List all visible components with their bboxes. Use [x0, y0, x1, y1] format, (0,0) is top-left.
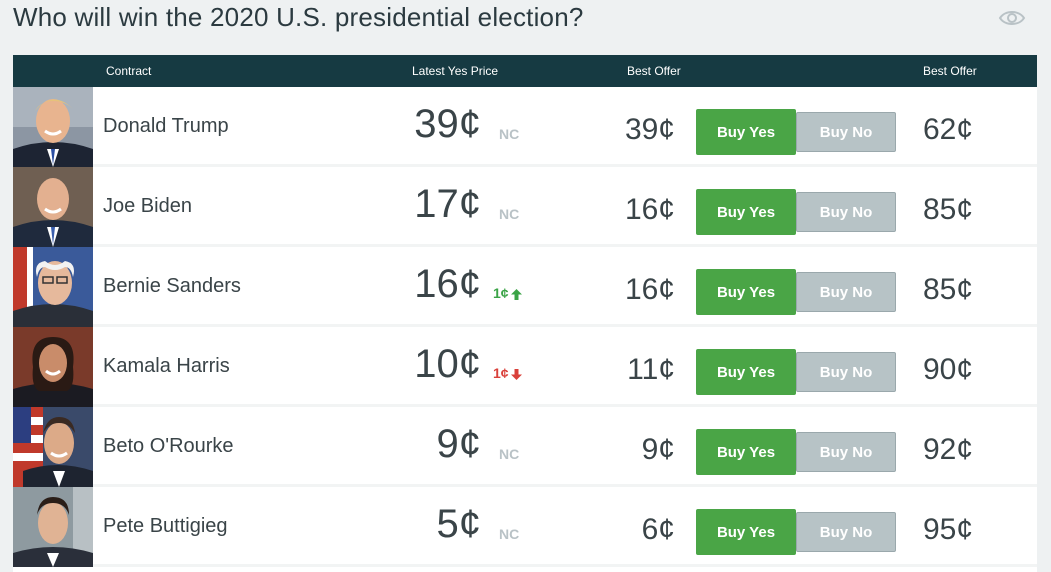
- candidate-avatar: [13, 87, 93, 167]
- buy-no-button[interactable]: Buy No: [796, 352, 896, 392]
- latest-yes-price: 9¢: [436, 422, 482, 466]
- buy-yes-button[interactable]: Buy Yes: [696, 509, 796, 555]
- best-offer-yes: 9¢: [641, 433, 675, 466]
- price-change: NC: [499, 126, 520, 142]
- table-row[interactable]: Beto O'Rourke 9¢ NC 9¢ Buy Yes Buy No 92…: [13, 407, 1037, 487]
- latest-yes-price: 5¢: [436, 502, 482, 546]
- latest-yes-price: 17¢: [414, 182, 481, 226]
- contracts-table: Contract Latest Yes Price Best Offer Bes…: [13, 55, 1037, 572]
- price-change-value: 1¢: [493, 285, 509, 301]
- candidate-name: Joe Biden: [103, 195, 192, 217]
- page-title: Who will win the 2020 U.S. presidential …: [13, 2, 584, 32]
- price-change: 1¢: [493, 365, 522, 381]
- eye-icon[interactable]: [998, 6, 1026, 30]
- table-row[interactable]: Pete Buttigieg 5¢ NC 6¢ Buy Yes Buy No 9…: [13, 487, 1037, 567]
- buy-yes-button[interactable]: Buy Yes: [696, 189, 796, 235]
- candidate-avatar: [13, 407, 93, 487]
- table-row[interactable]: Kamala Harris 10¢ 1¢ 11¢ Buy Yes Buy No …: [13, 327, 1037, 407]
- price-change: 1¢: [493, 285, 522, 301]
- best-offer-yes: 39¢: [624, 113, 675, 146]
- column-best-offer-no: Best Offer: [923, 64, 977, 78]
- buy-yes-button[interactable]: Buy Yes: [696, 109, 796, 155]
- best-offer-no: 85¢: [923, 273, 974, 306]
- candidate-name: Bernie Sanders: [103, 275, 241, 297]
- latest-yes-price: 10¢: [414, 342, 481, 386]
- table-row[interactable]: Joe Biden 17¢ NC 16¢ Buy Yes Buy No 85¢: [13, 167, 1037, 247]
- price-change: NC: [499, 526, 520, 542]
- best-offer-no: 95¢: [923, 513, 974, 546]
- price-change: NC: [499, 446, 520, 462]
- arrow-up-icon: [510, 288, 522, 300]
- buy-no-button[interactable]: Buy No: [796, 192, 896, 232]
- column-latest-yes-price: Latest Yes Price: [412, 64, 499, 78]
- buy-yes-button[interactable]: Buy Yes: [696, 429, 796, 475]
- best-offer-yes: 16¢: [624, 273, 675, 306]
- buy-no-button[interactable]: Buy No: [796, 432, 896, 472]
- candidate-avatar: [13, 167, 93, 247]
- table-row[interactable]: Donald Trump 39¢ NC 39¢ Buy Yes Buy No 6…: [13, 87, 1037, 167]
- best-offer-no: 85¢: [923, 193, 974, 226]
- column-contract: Contract: [106, 64, 152, 78]
- price-change: NC: [499, 206, 520, 222]
- best-offer-no: 92¢: [923, 433, 974, 466]
- column-best-offer-yes: Best Offer: [627, 64, 681, 78]
- latest-yes-price: 16¢: [414, 262, 481, 306]
- best-offer-no: 90¢: [923, 353, 974, 386]
- candidate-name: Pete Buttigieg: [103, 515, 228, 537]
- latest-yes-price: 39¢: [414, 102, 481, 146]
- table-row[interactable]: Bernie Sanders 16¢ 1¢ 16¢ Buy Yes Buy No…: [13, 247, 1037, 327]
- candidate-avatar: [13, 327, 93, 407]
- candidate-name: Kamala Harris: [103, 355, 230, 377]
- candidate-name: Beto O'Rourke: [103, 435, 234, 457]
- candidate-avatar: [13, 247, 93, 327]
- best-offer-yes: 16¢: [624, 193, 675, 226]
- buy-yes-button[interactable]: Buy Yes: [696, 349, 796, 395]
- buy-no-button[interactable]: Buy No: [796, 272, 896, 312]
- arrow-down-icon: [510, 368, 522, 380]
- best-offer-no: 62¢: [923, 113, 974, 146]
- buy-no-button[interactable]: Buy No: [796, 112, 896, 152]
- table-header: Contract Latest Yes Price Best Offer Bes…: [13, 55, 1037, 87]
- price-change-value: 1¢: [493, 365, 509, 381]
- candidate-avatar: [13, 487, 93, 567]
- candidate-name: Donald Trump: [103, 115, 229, 137]
- best-offer-yes: 11¢: [627, 353, 675, 386]
- buy-no-button[interactable]: Buy No: [796, 512, 896, 552]
- best-offer-yes: 6¢: [641, 513, 675, 546]
- buy-yes-button[interactable]: Buy Yes: [696, 269, 796, 315]
